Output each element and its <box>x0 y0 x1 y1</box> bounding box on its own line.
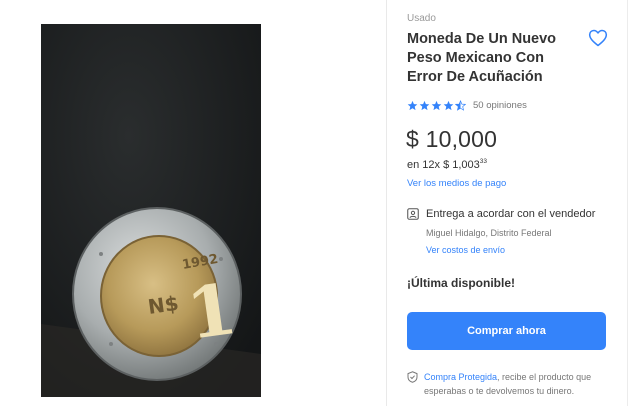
person-card-icon <box>407 208 419 220</box>
star-icon <box>419 100 430 110</box>
reviews-count: 50 opiniones <box>473 99 527 111</box>
star-icon <box>443 100 454 110</box>
heart-icon <box>588 29 608 47</box>
buy-now-button[interactable]: Comprar ahora <box>407 312 606 350</box>
delivery-method: Entrega a acordar con el vendedor <box>426 208 596 220</box>
shield-icon <box>407 371 418 383</box>
page-edge-divider <box>627 0 628 406</box>
star-icon <box>431 100 442 110</box>
item-condition: Usado <box>407 13 436 24</box>
price: $ 10,000 <box>406 126 498 152</box>
star-icon <box>407 100 418 110</box>
star-half-icon <box>455 99 466 111</box>
seller-location: Miguel Hidalgo, Distrito Federal <box>426 228 552 238</box>
installments: en 12x $ 1,00333 <box>407 158 487 171</box>
payment-methods-link[interactable]: Ver los medios de pago <box>407 178 506 189</box>
purchase-protection: Compra Protegida, recibe el producto que… <box>424 370 604 398</box>
installments-cents: 33 <box>479 158 488 165</box>
svg-text:N$: N$ <box>146 291 180 319</box>
stock-status: ¡Última disponible! <box>407 276 515 290</box>
favorite-button[interactable] <box>588 28 608 48</box>
product-image[interactable]: 1992 1 N$ <box>41 24 261 397</box>
coin-photo: 1992 1 N$ <box>41 24 261 397</box>
protected-purchase-link[interactable]: Compra Protegida <box>424 372 497 382</box>
shipping-costs-link[interactable]: Ver costos de envío <box>426 245 505 255</box>
rating-summary[interactable]: 50 opiniones <box>407 98 527 112</box>
rating-stars <box>407 99 466 111</box>
panel-divider <box>386 0 387 406</box>
installments-amount: en 12x $ 1,003 <box>407 159 480 171</box>
product-title: Moneda De Un Nuevo Peso Mexicano Con Err… <box>407 31 557 85</box>
